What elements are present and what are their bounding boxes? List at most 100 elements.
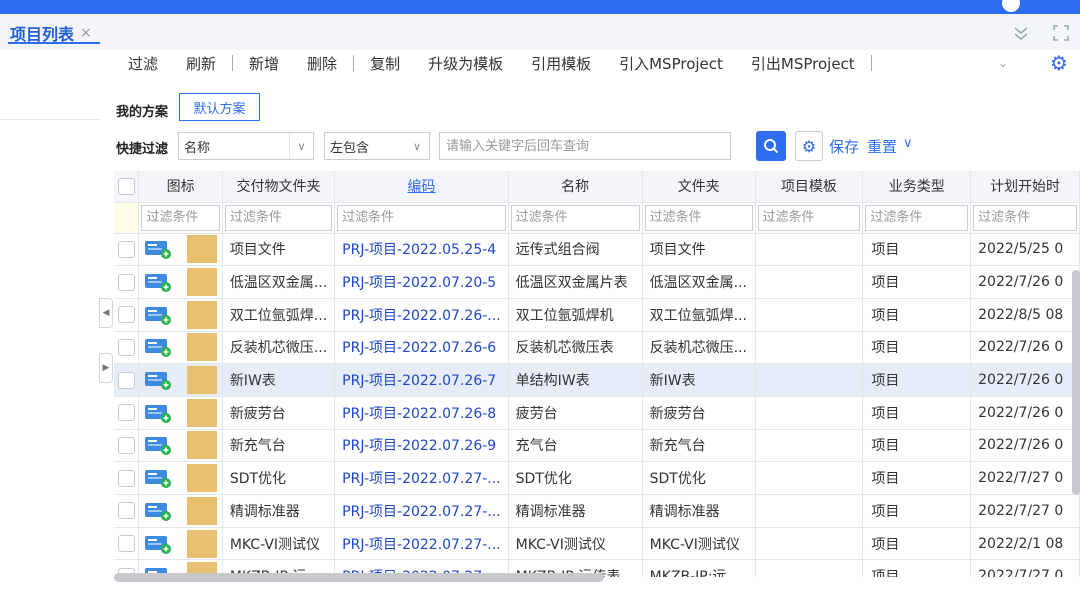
folder-icon: [187, 235, 218, 264]
table-row[interactable]: 精调标准器 PRJ-项目-2022.07.27-... 精调标准器 精调标准器 项目 20…: [114, 494, 1080, 528]
table-row[interactable]: MKC-VI测试仪 PRJ-项目-2022.07.27-... MKC-VI测试仪 M…: [114, 527, 1080, 561]
import-msproject-button[interactable]: 引入MSProject: [619, 53, 723, 74]
cell-folder: 双工位氩弧焊...: [222, 298, 336, 332]
row-checkbox[interactable]: [114, 331, 140, 365]
expand-right-icon[interactable]: ▶: [99, 353, 113, 383]
app-icon: [145, 470, 172, 489]
close-icon[interactable]: ×: [80, 25, 92, 41]
cell-name: 双工位氩弧焊机: [508, 298, 643, 332]
filter-input-type[interactable]: [865, 204, 969, 231]
filter-input-start[interactable]: [973, 204, 1077, 231]
avatar[interactable]: [1002, 0, 1020, 12]
cell-code[interactable]: PRJ-项目-2022.07.26-7: [334, 363, 509, 397]
row-checkbox[interactable]: [114, 527, 140, 561]
table-header: 图标 交付物文件夹 编码 名称 文件夹 项目模板 业务类型 计划开始时: [114, 171, 1080, 203]
chevron-down-icon[interactable]: ⌄: [998, 56, 1008, 70]
cell-start: 2022/7/26 0: [970, 396, 1080, 430]
filter-input-template[interactable]: [757, 204, 861, 231]
row-checkbox[interactable]: [114, 494, 140, 528]
save-button[interactable]: 保存: [829, 136, 859, 157]
app-icon: [145, 404, 172, 423]
cell-name: 精调标准器: [508, 494, 643, 528]
column-header-folder[interactable]: 交付物文件夹: [222, 171, 336, 203]
column-header-icon[interactable]: 图标: [138, 171, 223, 203]
cell-name: SDT优化: [508, 461, 643, 495]
collapse-left-icon[interactable]: ◀: [99, 298, 113, 328]
filter-input-code[interactable]: [337, 204, 506, 231]
filter-input-dir[interactable]: [644, 204, 753, 231]
cell-dir: 反装机芯微压...: [642, 331, 756, 365]
search-button[interactable]: [756, 131, 786, 161]
add-button[interactable]: 新增: [249, 53, 279, 74]
cell-name: 充气台: [508, 429, 643, 463]
cell-code[interactable]: PRJ-项目-2022.07.26-8: [334, 396, 509, 430]
settings-icon[interactable]: ⚙: [795, 131, 823, 161]
cell-dir: 精调标准器: [642, 494, 756, 528]
row-icon-cell: [138, 233, 223, 267]
cell-type: 项目: [862, 331, 972, 365]
filter-input-name[interactable]: [510, 204, 640, 231]
table-row[interactable]: 双工位氩弧焊... PRJ-项目-2022.07.26-... 双工位氩弧焊机 双工位…: [114, 298, 1080, 332]
fullscreen-icon[interactable]: [1052, 24, 1072, 42]
refresh-button[interactable]: 刷新: [186, 53, 216, 74]
table-row[interactable]: 低温区双金属... PRJ-项目-2022.07.20-5 低温区双金属片表 低温区双…: [114, 265, 1080, 299]
cell-start: 2022/7/26 0: [970, 331, 1080, 365]
table-row[interactable]: 新IW表 PRJ-项目-2022.07.26-7 单结构IW表 新IW表 项目 2022/…: [114, 363, 1080, 397]
upgrade-template-button[interactable]: 升级为模板: [428, 53, 503, 74]
cell-code[interactable]: PRJ-项目-2022.07.26-9: [334, 429, 509, 463]
cell-code[interactable]: PRJ-项目-2022.07.26-...: [334, 298, 509, 332]
filter-button[interactable]: 过滤: [128, 53, 158, 74]
reset-button[interactable]: 重置: [867, 136, 897, 157]
row-checkbox[interactable]: [114, 233, 140, 267]
filter-cell: [970, 202, 1080, 234]
operator-select[interactable]: 左包含 ∨: [324, 132, 430, 160]
table-row[interactable]: 项目文件 PRJ-项目-2022.05.25-4 远传式组合阀 项目文件 项目 2022/…: [114, 233, 1080, 267]
cell-code[interactable]: PRJ-项目-2022.07.20-5: [334, 265, 509, 299]
cell-code[interactable]: PRJ-项目-2022.07.27-...: [334, 461, 509, 495]
folder-icon: [187, 333, 218, 362]
default-scheme-button[interactable]: 默认方案: [179, 93, 260, 121]
gear-icon[interactable]: ⚙: [1050, 51, 1068, 75]
use-template-button[interactable]: 引用模板: [531, 53, 591, 74]
cell-name: 低温区双金属片表: [508, 265, 643, 299]
field-select[interactable]: 名称 ∨: [178, 132, 314, 160]
row-checkbox[interactable]: [114, 461, 140, 495]
cell-code[interactable]: PRJ-项目-2022.07.27-...: [334, 527, 509, 561]
filter-input-icon[interactable]: [141, 204, 220, 231]
row-icon-cell: [138, 331, 223, 365]
cell-name: 远传式组合阀: [508, 233, 643, 267]
table-row[interactable]: 新疲劳台 PRJ-项目-2022.07.26-8 疲劳台 新疲劳台 项目 2022/7/2…: [114, 396, 1080, 430]
app-icon: [145, 502, 172, 521]
horizontal-scrollbar[interactable]: [114, 573, 604, 582]
table-row[interactable]: 反装机芯微压... PRJ-项目-2022.07.26-6 反装机芯微压表 反装机芯微…: [114, 331, 1080, 365]
expand-filter-icon[interactable]: ∨: [903, 136, 913, 151]
column-header-start[interactable]: 计划开始时: [970, 171, 1080, 203]
export-msproject-button[interactable]: 引出MSProject: [751, 53, 855, 74]
filter-cell: [138, 202, 223, 234]
row-checkbox[interactable]: [114, 265, 140, 299]
column-header-dir[interactable]: 文件夹: [642, 171, 756, 203]
row-checkbox[interactable]: [114, 396, 140, 430]
delete-button[interactable]: 删除: [307, 53, 337, 74]
row-checkbox[interactable]: [114, 429, 140, 463]
column-header-code[interactable]: 编码: [334, 171, 509, 203]
row-checkbox[interactable]: [114, 363, 140, 397]
folder-icon: [187, 529, 218, 558]
cell-code[interactable]: PRJ-项目-2022.07.27-...: [334, 494, 509, 528]
column-header-template[interactable]: 项目模板: [755, 171, 864, 203]
chevron-double-down-icon[interactable]: [1012, 24, 1032, 42]
cell-code[interactable]: PRJ-项目-2022.07.26-6: [334, 331, 509, 365]
cell-code[interactable]: PRJ-项目-2022.05.25-4: [334, 233, 509, 267]
cell-template: [755, 527, 864, 561]
cell-type: 项目: [862, 494, 972, 528]
table-row[interactable]: 新充气台 PRJ-项目-2022.07.26-9 充气台 新充气台 项目 2022/7/2…: [114, 429, 1080, 463]
filter-input-folder[interactable]: [224, 204, 333, 231]
row-checkbox[interactable]: [114, 298, 140, 332]
column-header-name[interactable]: 名称: [508, 171, 643, 203]
table-row[interactable]: SDT优化 PRJ-项目-2022.07.27-... SDT优化 SDT优化 项目 20…: [114, 461, 1080, 495]
keyword-input[interactable]: [439, 132, 731, 160]
vertical-scrollbar[interactable]: [1072, 270, 1080, 495]
select-all-checkbox[interactable]: [114, 171, 140, 203]
column-header-type[interactable]: 业务类型: [862, 171, 972, 203]
copy-button[interactable]: 复制: [370, 53, 400, 74]
